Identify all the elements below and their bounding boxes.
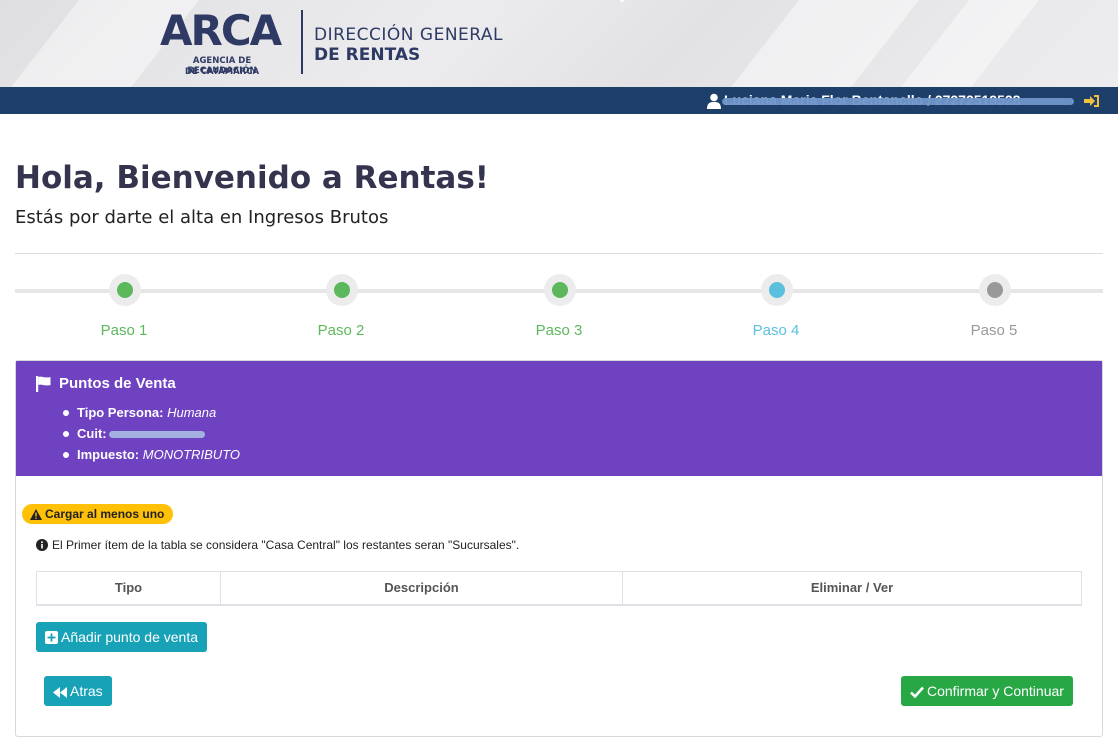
user-bar: Luciana Maria Flor Bentancllo / 27272519…	[0, 87, 1118, 114]
step-dot	[117, 282, 133, 298]
impuesto-label: Impuesto:	[77, 447, 140, 462]
panel-title: Puntos de Venta	[59, 375, 176, 392]
cuit-value-redacted	[108, 431, 205, 439]
sign-out-icon[interactable]	[1084, 94, 1100, 108]
header-decor-stripe	[705, 0, 935, 87]
detail-cuit: Cuit:	[61, 423, 240, 444]
column-header-eliminar-ver: Eliminar / Ver	[622, 571, 1082, 606]
info-note: El Primer ítem de la tabla se considera …	[36, 538, 519, 552]
tipo-persona-label: Tipo Persona:	[77, 405, 164, 420]
detail-impuesto: Impuesto: MONOTRIBUTO	[61, 444, 240, 465]
step-indicator	[109, 274, 141, 306]
divider	[15, 253, 1103, 254]
org-name: DIRECCIÓN GENERAL DE RENTAS	[314, 25, 503, 65]
add-point-of-sale-label: Añadir punto de venta	[61, 629, 198, 645]
points-of-sale-table: Tipo Descripción Eliminar / Ver	[36, 571, 1082, 606]
step-dot	[334, 282, 350, 298]
step-label: Paso 4	[752, 322, 800, 339]
warning-icon	[30, 509, 42, 520]
info-text: El Primer ítem de la tabla se considera …	[52, 538, 520, 552]
step-indicator	[761, 274, 793, 306]
backward-icon	[53, 687, 67, 698]
taxpayer-details: Tipo Persona: Humana Cuit: Impuesto: MON…	[61, 402, 240, 465]
cuit-label: Cuit:	[77, 426, 107, 441]
tipo-persona-value: Humana	[167, 405, 217, 420]
plus-square-icon	[45, 631, 58, 644]
step-indicator	[326, 274, 358, 306]
confirm-continue-button[interactable]: Confirmar y Continuar	[901, 676, 1073, 706]
arca-logo[interactable]: ARCA AGENCIA DE RECAUDACIÓN DE CATAMARCA	[158, 6, 298, 78]
add-point-of-sale-button[interactable]: Añadir punto de venta	[36, 622, 207, 652]
back-button[interactable]: Atras	[44, 676, 112, 706]
step-label: Paso 5	[970, 322, 1018, 339]
table-header-row: Tipo Descripción Eliminar / Ver	[36, 571, 1082, 606]
step-dot	[769, 282, 785, 298]
redaction-mark	[722, 98, 1074, 105]
flag-icon	[36, 376, 51, 392]
logo-divider	[301, 10, 303, 74]
warning-badge: Cargar al menos uno	[22, 504, 174, 524]
logo-subtitle-line2: DE CATAMARCA	[184, 67, 260, 77]
column-header-tipo: Tipo	[36, 571, 221, 606]
column-header-descripcion: Descripción	[220, 571, 623, 606]
site-header: ARCA AGENCIA DE RECAUDACIÓN DE CATAMARCA…	[0, 0, 1118, 87]
header-decor-dots	[620, 0, 715, 41]
step-label: Paso 2	[317, 322, 365, 339]
check-icon	[910, 686, 924, 699]
info-circle-icon	[36, 539, 48, 551]
logo-brand: ARCA	[160, 6, 282, 55]
step-label: Paso 3	[535, 322, 583, 339]
step-indicator	[544, 274, 576, 306]
confirm-continue-label: Confirmar y Continuar	[927, 683, 1064, 699]
org-name-line2: DE RENTAS	[314, 45, 421, 65]
step-label: Paso 1	[100, 322, 148, 339]
step-dot	[987, 282, 1003, 298]
warning-text: Cargar al menos uno	[45, 507, 165, 521]
page-subtitle: Estás por darte el alta en Ingresos Brut…	[15, 207, 389, 228]
org-name-line1: DIRECCIÓN GENERAL	[314, 25, 504, 45]
step-indicator	[979, 274, 1011, 306]
user-icon	[707, 93, 721, 109]
detail-tipo-persona: Tipo Persona: Humana	[61, 402, 240, 423]
panel-header: Puntos de Venta Tipo Persona: Humana Cui…	[16, 361, 1102, 476]
step-dot	[552, 282, 568, 298]
points-of-sale-panel: Puntos de Venta Tipo Persona: Humana Cui…	[15, 360, 1103, 737]
back-label: Atras	[70, 683, 103, 699]
impuesto-value: MONOTRIBUTO	[142, 447, 241, 462]
page-title: Hola, Bienvenido a Rentas!	[15, 160, 489, 196]
